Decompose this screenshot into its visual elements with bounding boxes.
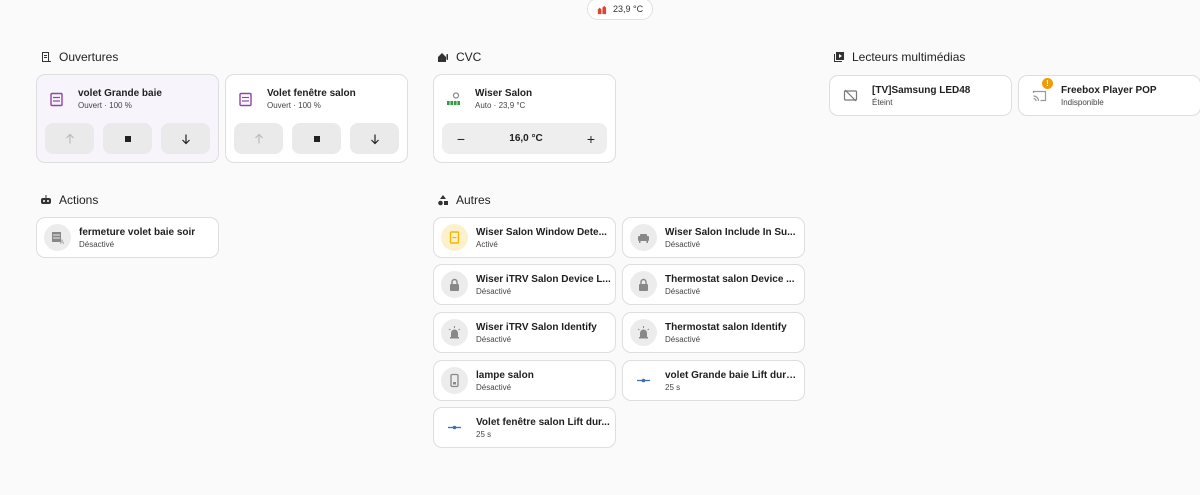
window-icon <box>441 224 468 251</box>
cast-icon: ! <box>1026 78 1053 109</box>
entity-state: Désactivé <box>665 334 701 344</box>
cover-state: Ouvert · 100 % <box>78 101 132 110</box>
entity-itrv-device-lock[interactable]: Wiser iTRV Salon Device L... Désactivé <box>433 264 616 305</box>
section-title-autres: Autres <box>437 193 491 207</box>
section-title-lecteurs: Lecteurs multimédias <box>833 50 965 64</box>
entity-window-detection[interactable]: Wiser Salon Window Dete... Activé <box>433 217 616 258</box>
arrow-down-icon <box>181 134 190 144</box>
climate-state: Auto · 23,9 °C <box>475 101 526 110</box>
entity-fenetre-salon-lift-duration[interactable]: Volet fenêtre salon Lift dur... 25 s <box>433 407 616 448</box>
climate-target-control: − 16,0 °C + <box>442 123 607 154</box>
media-state: Éteint <box>872 97 893 107</box>
entity-state: Désactivé <box>476 286 512 296</box>
cover-card-grande-baie[interactable]: volet Grande baie Ouvert · 100 % <box>36 74 219 163</box>
cast-off-icon <box>837 82 864 109</box>
window-shutter-open-icon <box>239 92 252 106</box>
multimedia-icon <box>834 52 844 62</box>
temperature-badge-label: 23,9 °C <box>613 4 644 14</box>
heating-icon <box>597 5 607 14</box>
cover-name: Volet fenêtre salon <box>267 88 356 99</box>
lock-icon <box>441 271 468 298</box>
entity-state: Désactivé <box>476 334 512 344</box>
stop-cover-button[interactable] <box>103 123 152 154</box>
entity-lampe-salon[interactable]: lampe salon Désactivé <box>433 360 616 401</box>
home-thermometer-icon <box>438 53 448 62</box>
media-player-samsung[interactable]: [TV]Samsung LED48 Éteint <box>829 75 1012 116</box>
shapes-icon <box>438 195 448 206</box>
open-cover-button[interactable] <box>45 123 94 154</box>
stop-icon <box>313 135 320 142</box>
arrow-down-icon <box>370 134 379 144</box>
slider-icon <box>630 367 657 394</box>
entity-name: lampe salon <box>476 369 534 381</box>
warning-badge: ! <box>1042 78 1053 89</box>
media-state: Indisponible <box>1061 97 1104 107</box>
entity-name: volet Grande baie Lift dura... <box>665 369 800 381</box>
entity-name: Wiser iTRV Salon Identify <box>476 321 597 333</box>
script-name: fermeture volet baie soir <box>79 226 196 238</box>
script-shutter-icon: A <box>44 224 71 251</box>
entity-state: Désactivé <box>665 239 701 249</box>
open-cover-button[interactable] <box>234 123 283 154</box>
entity-thermostat-identify[interactable]: Thermostat salon Identify Désactivé <box>622 312 805 353</box>
cover-name: volet Grande baie <box>78 88 162 99</box>
script-card[interactable]: A fermeture volet baie soir Désactivé <box>36 217 219 258</box>
target-temperature: 16,0 °C <box>509 133 543 144</box>
section-title-ouvertures: Ouvertures <box>40 50 118 64</box>
increase-temperature-button[interactable]: + <box>584 131 598 147</box>
stop-cover-button[interactable] <box>292 123 341 154</box>
entity-state: 25 s <box>476 429 492 439</box>
decrease-temperature-button[interactable]: − <box>454 131 468 147</box>
entity-state: 25 s <box>665 382 681 392</box>
temperature-badge[interactable]: 23,9 °C <box>587 0 654 20</box>
entity-thermostat-device-lock[interactable]: Thermostat salon Device ... Désactivé <box>622 264 805 305</box>
entity-name: Wiser Salon Window Dete... <box>476 226 607 238</box>
climate-name: Wiser Salon <box>475 88 533 99</box>
climate-card[interactable]: Wiser Salon Auto · 23,9 °C − 16,0 °C + <box>433 74 616 163</box>
lock-icon <box>630 271 657 298</box>
stop-icon <box>124 135 131 142</box>
entity-itrv-identify[interactable]: Wiser iTRV Salon Identify Désactivé <box>433 312 616 353</box>
entity-state: Désactivé <box>476 382 512 392</box>
media-player-freebox[interactable]: ! Freebox Player POP Indisponible <box>1018 75 1200 116</box>
radiator-icon <box>447 91 460 105</box>
media-name: Freebox Player POP <box>1061 84 1157 96</box>
sofa-icon <box>630 224 657 251</box>
close-cover-button[interactable] <box>350 123 399 154</box>
entity-state: Désactivé <box>665 286 701 296</box>
entity-name: Wiser iTRV Salon Device L... <box>476 273 611 285</box>
window-shutter-open-icon <box>50 92 63 106</box>
alarm-light-icon <box>630 319 657 346</box>
entity-state: Activé <box>476 239 498 249</box>
entity-name: Wiser Salon Include In Su... <box>665 226 796 238</box>
arrow-up-icon <box>254 133 263 143</box>
robot-icon <box>41 195 51 204</box>
entity-include-in-schedule[interactable]: Wiser Salon Include In Su... Désactivé <box>622 217 805 258</box>
cover-card-fenetre-salon[interactable]: Volet fenêtre salon Ouvert · 100 % <box>225 74 408 163</box>
cover-state: Ouvert · 100 % <box>267 101 321 110</box>
script-state: Désactivé <box>79 239 115 249</box>
entity-name: Thermostat salon Device ... <box>665 273 795 285</box>
switch-icon <box>441 367 468 394</box>
entity-name: Thermostat salon Identify <box>665 321 787 333</box>
arrow-up-icon <box>65 133 74 143</box>
section-title-actions: Actions <box>40 193 98 207</box>
close-cover-button[interactable] <box>161 123 210 154</box>
door-window-icon <box>42 52 51 62</box>
alarm-light-icon <box>441 319 468 346</box>
entity-grande-baie-lift-duration[interactable]: volet Grande baie Lift dura... 25 s <box>622 360 805 401</box>
media-name: [TV]Samsung LED48 <box>872 84 971 96</box>
svg-text:A: A <box>60 240 64 245</box>
slider-icon <box>441 414 468 441</box>
section-title-cvc: CVC <box>437 50 481 64</box>
entity-name: Volet fenêtre salon Lift dur... <box>476 416 610 428</box>
